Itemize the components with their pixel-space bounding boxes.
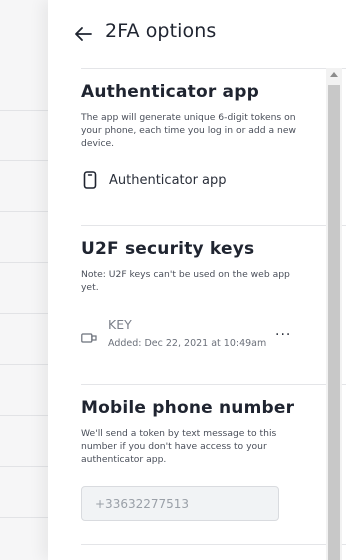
mobile-title: Mobile phone number bbox=[81, 398, 295, 418]
security-key-icon bbox=[81, 333, 97, 343]
authenticator-title: Authenticator app bbox=[81, 82, 259, 102]
authenticator-section: Authenticator app The app will generate … bbox=[81, 68, 346, 225]
u2f-title: U2F security keys bbox=[81, 239, 255, 259]
phone-icon bbox=[83, 171, 97, 189]
authenticator-description: The app will generate unique 6-digit tok… bbox=[81, 112, 297, 149]
mobile-description: We'll send a token by text message to th… bbox=[81, 428, 277, 465]
back-button[interactable] bbox=[72, 23, 94, 45]
section-divider bbox=[81, 544, 346, 545]
scroll-up-arrow[interactable] bbox=[330, 72, 338, 77]
background-divider bbox=[0, 262, 50, 263]
scroll-thumb[interactable] bbox=[328, 85, 340, 560]
u2f-note: Note: U2F keys can't be used on the web … bbox=[81, 269, 290, 293]
authenticator-app-label: Authenticator app bbox=[109, 172, 227, 188]
authenticator-app-item[interactable]: Authenticator app bbox=[81, 171, 346, 189]
scrollbar[interactable] bbox=[326, 68, 342, 560]
page-title: 2FA options bbox=[105, 20, 217, 42]
background-divider bbox=[0, 415, 50, 416]
background-divider bbox=[0, 211, 50, 212]
background-page bbox=[0, 0, 50, 560]
background-divider bbox=[0, 160, 50, 161]
drawer-content: Authenticator app The app will generate … bbox=[81, 68, 346, 545]
u2f-section: U2F security keys Note: U2F keys can't b… bbox=[81, 225, 346, 384]
mobile-section: Mobile phone number We'll send a token b… bbox=[81, 384, 346, 544]
two-factor-drawer: 2FA options Authenticator app The app wi… bbox=[48, 0, 350, 560]
arrow-left-icon bbox=[75, 27, 92, 41]
security-key-name: KEY bbox=[108, 317, 132, 332]
background-divider bbox=[0, 517, 50, 518]
background-divider bbox=[0, 466, 50, 467]
security-key-item: KEY Added: Dec 22, 2021 at 10:49am ··· bbox=[81, 317, 346, 357]
background-divider bbox=[0, 110, 50, 111]
more-horizontal-icon[interactable]: ··· bbox=[275, 327, 293, 343]
phone-number-field[interactable] bbox=[81, 486, 279, 521]
security-key-added-date: Added: Dec 22, 2021 at 10:49am bbox=[108, 338, 267, 349]
background-divider bbox=[0, 313, 50, 314]
drawer-header: 2FA options bbox=[48, 0, 350, 68]
background-divider bbox=[0, 364, 50, 365]
